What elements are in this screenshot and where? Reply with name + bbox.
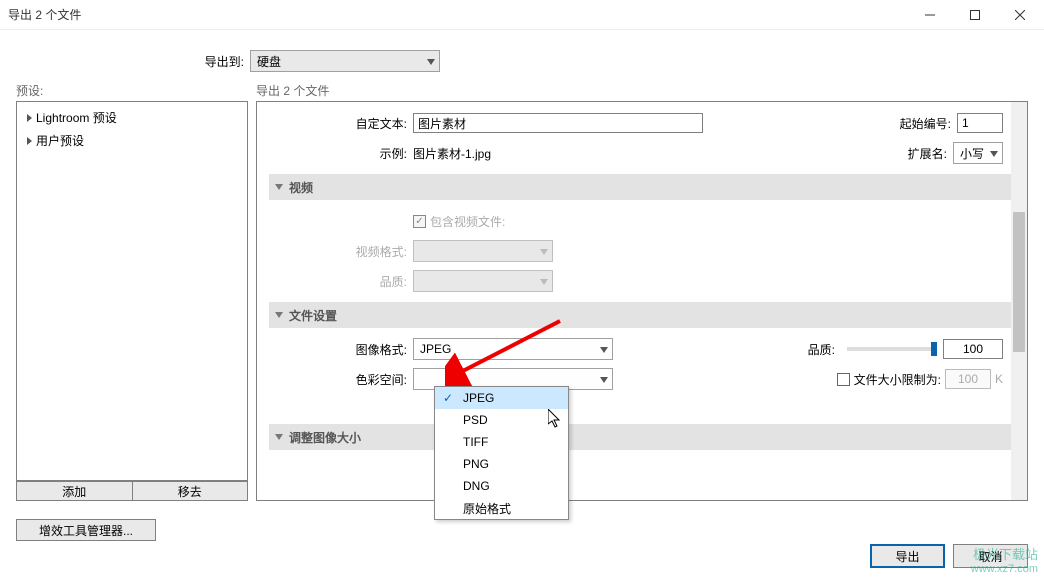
preset-label: Lightroom 预设 bbox=[36, 109, 117, 126]
start-number-label: 起始编号: bbox=[900, 115, 957, 132]
preset-label: 用户预设 bbox=[36, 132, 84, 149]
chevron-down-icon bbox=[427, 54, 435, 68]
dropdown-option[interactable]: TIFF bbox=[435, 431, 568, 453]
example-value: 图片素材-1.jpg bbox=[413, 145, 491, 162]
checkbox-icon bbox=[413, 215, 426, 228]
image-format-label: 图像格式: bbox=[257, 341, 413, 358]
add-preset-button[interactable]: 添加 bbox=[16, 481, 133, 501]
quality-label: 品质: bbox=[808, 341, 841, 358]
triangle-right-icon bbox=[27, 114, 32, 122]
video-quality-select bbox=[413, 270, 553, 292]
quality-input[interactable] bbox=[943, 339, 1003, 359]
section-header-video[interactable]: 视频 bbox=[269, 174, 1015, 200]
extension-label: 扩展名: bbox=[908, 145, 953, 162]
export-button[interactable]: 导出 bbox=[870, 544, 945, 568]
chevron-down-icon bbox=[600, 342, 608, 356]
image-format-select[interactable]: JPEG bbox=[413, 338, 613, 360]
export-to-label: 导出到: bbox=[0, 53, 250, 70]
form-heading: 导出 2 个文件 bbox=[256, 82, 1028, 99]
dropdown-option[interactable]: DNG bbox=[435, 475, 568, 497]
remove-preset-button[interactable]: 移去 bbox=[133, 481, 249, 501]
video-format-label: 视频格式: bbox=[257, 243, 413, 260]
chevron-down-icon bbox=[540, 244, 548, 258]
window-title: 导出 2 个文件 bbox=[8, 6, 907, 23]
scrollbar-thumb[interactable] bbox=[1013, 212, 1025, 352]
check-icon: ✓ bbox=[443, 391, 453, 405]
export-to-select[interactable]: 硬盘 bbox=[250, 50, 440, 72]
custom-text-input[interactable] bbox=[413, 113, 703, 133]
section-header-file-settings[interactable]: 文件设置 bbox=[269, 302, 1015, 328]
plugin-manager-button[interactable]: 增效工具管理器... bbox=[16, 519, 156, 541]
triangle-down-icon bbox=[275, 312, 283, 318]
presets-heading: 预设: bbox=[16, 82, 248, 99]
dropdown-option[interactable]: PSD bbox=[435, 409, 568, 431]
cancel-button[interactable]: 取消 bbox=[953, 544, 1028, 568]
triangle-right-icon bbox=[27, 137, 32, 145]
preset-item[interactable]: 用户预设 bbox=[17, 129, 247, 152]
titlebar: 导出 2 个文件 bbox=[0, 0, 1044, 30]
example-label: 示例: bbox=[257, 145, 413, 162]
include-video-checkbox[interactable]: 包含视频文件: bbox=[413, 213, 505, 230]
video-format-select bbox=[413, 240, 553, 262]
section-header-resize[interactable]: 调整图像大小 bbox=[269, 424, 1015, 450]
chevron-down-icon bbox=[990, 146, 998, 160]
dropdown-option[interactable]: PNG bbox=[435, 453, 568, 475]
size-limit-unit: K bbox=[995, 372, 1003, 386]
chevron-down-icon bbox=[600, 372, 608, 386]
video-quality-label: 品质: bbox=[257, 273, 413, 290]
quality-slider[interactable] bbox=[847, 347, 937, 351]
color-space-label: 色彩空间: bbox=[257, 371, 413, 388]
maximize-button[interactable] bbox=[952, 1, 997, 29]
export-to-row: 导出到: 硬盘 bbox=[0, 30, 1044, 82]
presets-list: Lightroom 预设 用户预设 bbox=[16, 101, 248, 481]
close-button[interactable] bbox=[997, 1, 1042, 29]
custom-text-label: 自定文本: bbox=[257, 115, 413, 132]
chevron-down-icon bbox=[540, 274, 548, 288]
triangle-down-icon bbox=[275, 184, 283, 190]
preset-item[interactable]: Lightroom 预设 bbox=[17, 106, 247, 129]
image-format-dropdown: ✓ JPEG PSD TIFF PNG DNG 原始格式 bbox=[434, 386, 569, 520]
checkbox-icon bbox=[837, 373, 850, 386]
slider-thumb[interactable] bbox=[931, 342, 937, 356]
minimize-button[interactable] bbox=[907, 1, 952, 29]
scrollbar-track[interactable] bbox=[1011, 102, 1027, 500]
dropdown-option[interactable]: ✓ JPEG bbox=[435, 387, 568, 409]
export-to-value: 硬盘 bbox=[257, 53, 281, 70]
extension-select[interactable]: 小写 bbox=[953, 142, 1003, 164]
start-number-input[interactable] bbox=[957, 113, 1003, 133]
size-limit-input bbox=[945, 369, 991, 389]
export-settings-panel: 自定文本: 起始编号: 示例: 图片素材-1.jpg 扩展名: 小写 bbox=[256, 101, 1028, 501]
size-limit-checkbox[interactable]: 文件大小限制为: bbox=[837, 371, 941, 388]
triangle-down-icon bbox=[275, 434, 283, 440]
dropdown-option[interactable]: 原始格式 bbox=[435, 497, 568, 519]
